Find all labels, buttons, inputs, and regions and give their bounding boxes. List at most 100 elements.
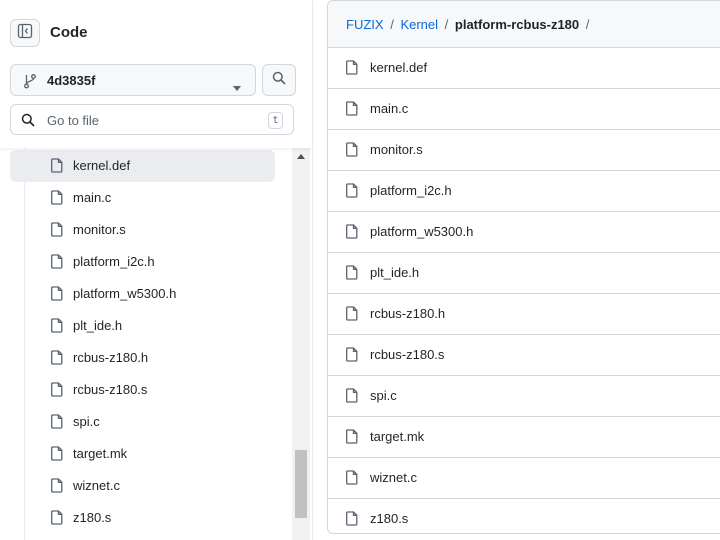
breadcrumb-current: platform-rcbus-z180 [454, 17, 580, 32]
branch-selector-button[interactable]: 4d3835f [10, 64, 256, 96]
file-name-link[interactable]: z180.s [370, 511, 408, 526]
tree-item[interactable]: z180.s [10, 502, 275, 534]
file-name-link[interactable]: platform_w5300.h [370, 224, 473, 239]
file-icon [346, 101, 358, 121]
file-icon [51, 158, 63, 178]
tree-item[interactable]: spi.c [10, 406, 275, 438]
collapse-sidebar-button[interactable] [10, 19, 40, 47]
scroll-up-arrow-icon[interactable] [292, 148, 310, 164]
breadcrumb-dir-link[interactable]: Kernel [400, 17, 438, 32]
sidebar-scrollbar[interactable] [292, 148, 310, 540]
file-name-link[interactable]: rcbus-z180.s [370, 347, 444, 362]
file-row[interactable]: target.mk [328, 417, 720, 458]
tree-item-label: rcbus-z180.s [73, 382, 148, 397]
tree-item-label: platform_w5300.h [73, 286, 177, 301]
sidebar-collapse-icon [17, 23, 33, 44]
file-icon [51, 350, 63, 370]
file-row[interactable]: z180.s [328, 499, 720, 533]
tree-item[interactable]: rcbus-z180.s [10, 374, 275, 406]
file-name-link[interactable]: platform_i2c.h [370, 183, 452, 198]
branch-name: 4d3835f [47, 73, 96, 88]
search-button[interactable] [262, 64, 296, 96]
tree-item-label: z180.s [73, 510, 112, 525]
search-icon [21, 113, 35, 132]
tree-item-label: target.mk [73, 446, 128, 461]
pane-divider [312, 0, 313, 540]
file-name-link[interactable]: target.mk [370, 429, 424, 444]
file-icon [346, 388, 358, 408]
file-tree-sidebar: Code 4d3835f Go to file t kernel.def mai… [0, 0, 312, 540]
file-list-box: FUZIX / Kernel / platform-rcbus-z180 / k… [327, 0, 720, 534]
file-icon [51, 286, 63, 306]
file-icon [51, 478, 63, 498]
git-branch-icon [23, 73, 37, 94]
tree-item-label: monitor.s [73, 222, 126, 237]
tree-item-label: main.c [73, 190, 112, 205]
tree-item[interactable]: target.mk [10, 438, 275, 470]
file-row[interactable]: rcbus-z180.h [328, 294, 720, 335]
chevron-down-icon [233, 78, 241, 96]
file-name-link[interactable]: kernel.def [370, 60, 427, 75]
file-icon [346, 60, 358, 80]
keyboard-shortcut-hint: t [268, 112, 283, 129]
search-icon [272, 71, 286, 90]
tree-item-label: spi.c [73, 414, 100, 429]
file-icon [51, 382, 63, 402]
file-row[interactable]: wiznet.c [328, 458, 720, 499]
file-icon [346, 429, 358, 449]
breadcrumb-repo-link[interactable]: FUZIX [346, 17, 384, 32]
file-icon [51, 446, 63, 466]
breadcrumb: FUZIX / Kernel / platform-rcbus-z180 / [328, 1, 720, 48]
file-row[interactable]: spi.c [328, 376, 720, 417]
tree-item-label: plt_ide.h [73, 318, 123, 333]
tree-item[interactable]: main.c [10, 182, 275, 214]
tree-item[interactable]: platform_w5300.h [10, 278, 275, 310]
file-icon [346, 470, 358, 490]
tree-item-label: wiznet.c [73, 478, 120, 493]
file-row[interactable]: rcbus-z180.s [328, 335, 720, 376]
tree-item[interactable]: kernel.def [10, 150, 275, 182]
file-icon [51, 222, 63, 242]
file-name-link[interactable]: spi.c [370, 388, 397, 403]
tree-item[interactable]: monitor.s [10, 214, 275, 246]
file-icon [346, 265, 358, 285]
file-name-link[interactable]: monitor.s [370, 142, 423, 157]
file-icon [346, 347, 358, 367]
tree-item[interactable]: rcbus-z180.h [10, 342, 275, 374]
file-icon [346, 306, 358, 326]
file-row[interactable]: plt_ide.h [328, 253, 720, 294]
file-icon [346, 142, 358, 162]
tree-item[interactable]: platform_i2c.h [10, 246, 275, 278]
file-row[interactable]: platform_w5300.h [328, 212, 720, 253]
file-icon [51, 190, 63, 210]
file-row[interactable]: platform_i2c.h [328, 171, 720, 212]
file-name-link[interactable]: main.c [370, 101, 408, 116]
breadcrumb-separator: / [390, 17, 394, 32]
file-icon [346, 224, 358, 244]
tree-item-label: rcbus-z180.h [73, 350, 149, 365]
tree-item[interactable]: wiznet.c [10, 470, 275, 502]
go-to-file-placeholder: Go to file [47, 113, 100, 128]
file-name-link[interactable]: plt_ide.h [370, 265, 419, 280]
file-icon [51, 318, 63, 338]
scrollbar-thumb[interactable] [295, 450, 307, 518]
file-icon [51, 510, 63, 530]
breadcrumb-separator: / [585, 17, 590, 32]
sidebar-title: Code [50, 24, 88, 41]
file-row[interactable]: main.c [328, 89, 720, 130]
file-tree: kernel.def main.c monitor.s platform_i2c.hp… [0, 148, 292, 540]
file-icon [51, 414, 63, 434]
tree-item-label: kernel.def [73, 158, 131, 173]
tree-item[interactable]: plt_ide.h [10, 310, 275, 342]
file-icon [346, 183, 358, 203]
file-icon [346, 511, 358, 531]
file-icon [51, 254, 63, 274]
sidebar-header: Code 4d3835f Go to file t [0, 0, 312, 148]
breadcrumb-separator: / [444, 17, 449, 32]
tree-item-label: platform_i2c.h [73, 254, 155, 269]
file-row[interactable]: monitor.s [328, 130, 720, 171]
file-name-link[interactable]: rcbus-z180.h [370, 306, 445, 321]
file-name-link[interactable]: wiznet.c [370, 470, 417, 485]
file-row[interactable]: kernel.def [328, 48, 720, 89]
go-to-file-input[interactable]: Go to file t [10, 104, 294, 135]
